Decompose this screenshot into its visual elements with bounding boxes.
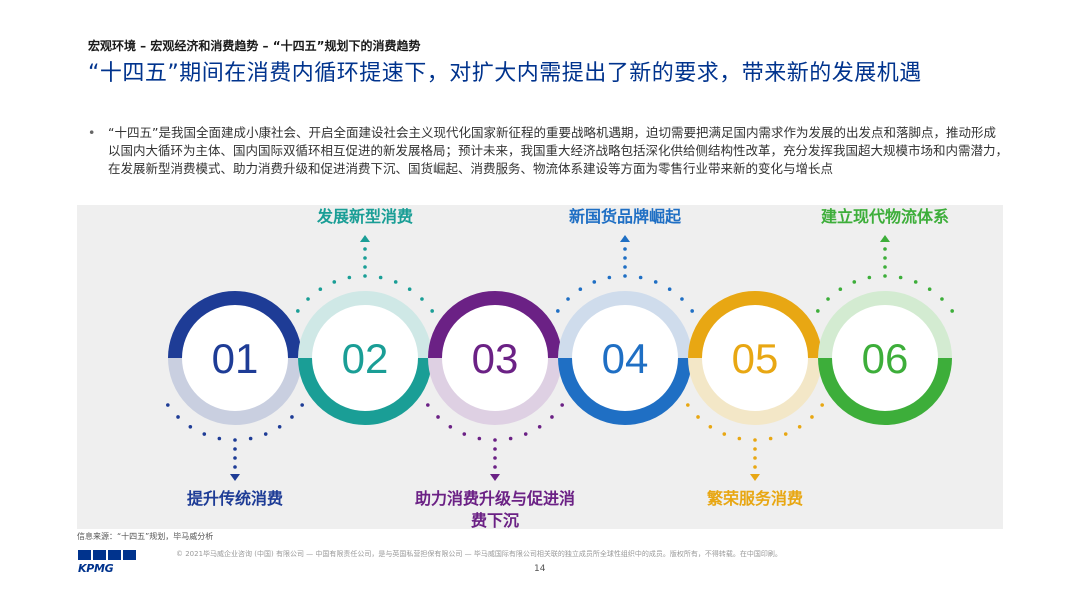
step-arrow-icon xyxy=(750,474,760,481)
bullet-text: “十四五”是我国全面建成小康社会、开启全面建设社会主义现代化国家新征程的重要战略… xyxy=(108,125,1009,176)
page-number: 14 xyxy=(534,564,546,574)
step-04: 04 xyxy=(556,235,694,425)
step-arrow-icon xyxy=(620,235,630,242)
step-label: 提升传统消费 xyxy=(186,489,283,508)
step-arrow-icon xyxy=(880,235,890,242)
page-title: “十四五”期间在消费内循环提速下，对扩大内需提出了新的要求，带来新的发展机遇 xyxy=(88,61,922,86)
step-number: 03 xyxy=(472,335,519,382)
steps-panel: 01 02 03 04 05 06 提升传统消费 发展新型消费助力消费升级与促进消费下沉 新国… xyxy=(77,205,1003,530)
step-03: 03 xyxy=(426,291,564,481)
kpmg-logo-text: KPMG xyxy=(78,562,114,575)
steps-diagram: 01 02 03 04 05 06 xyxy=(166,235,954,481)
step-label: 建立现代物流体系 xyxy=(820,207,949,226)
step-06: 06 xyxy=(816,235,954,425)
step-label: 新国货品牌崛起 xyxy=(568,207,681,226)
step-number: 06 xyxy=(862,335,909,382)
step-label: 助力消费升级与促进消费下沉 xyxy=(415,489,576,530)
step-number: 04 xyxy=(602,335,649,382)
step-05: 05 xyxy=(686,291,824,481)
step-01: 01 xyxy=(166,291,304,481)
step-number: 05 xyxy=(732,335,779,382)
step-number: 01 xyxy=(212,335,259,382)
bullet-marker: • xyxy=(88,125,96,140)
step-arrow-icon xyxy=(360,235,370,242)
step-02: 02 xyxy=(296,235,434,425)
step-label: 繁荣服务消费 xyxy=(706,489,803,508)
step-arrow-icon xyxy=(230,474,240,481)
legal-notice: © 2021毕马威企业咨询 (中国) 有限公司 — 中国有限责任公司，是与英国私… xyxy=(176,550,782,558)
breadcrumb: 宏观环境 – 宏观经济和消费趋势 – “十四五”规划下的消费趋势 xyxy=(88,39,421,53)
step-label: 发展新型消费 xyxy=(316,207,413,226)
step-arrow-icon xyxy=(490,474,500,481)
source-note: 信息来源：“十四五”规划，毕马威分析 xyxy=(77,532,214,541)
step-number: 02 xyxy=(342,335,389,382)
bullet-paragraph: • “十四五”是我国全面建成小康社会、开启全面建设社会主义现代化国家新征程的重要… xyxy=(88,124,1008,178)
